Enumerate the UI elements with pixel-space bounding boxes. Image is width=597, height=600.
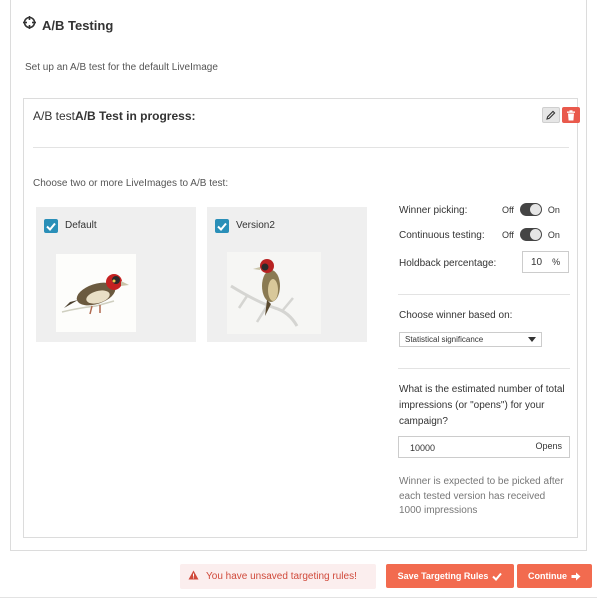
winner-basis-value: Statistical significance [405,335,484,344]
toggle-off-label: Off [502,204,514,215]
variant-checkbox-version2[interactable] [215,219,229,233]
trash-icon [567,109,575,120]
continuous-testing-label: Continuous testing: [399,230,485,241]
check-icon [492,572,503,581]
toggle-on-label: On [547,229,560,240]
winner-picking-switch[interactable] [519,203,542,216]
divider [398,368,570,369]
arrow-right-icon [571,572,581,580]
checkmark-icon [217,222,227,231]
save-targeting-rules-button[interactable]: Save Targeting Rules [386,564,514,588]
winner-basis-select[interactable]: Statistical significance [399,332,542,347]
winner-picking-label: Winner picking: [399,205,468,216]
continuous-testing-toggle[interactable]: Off On [502,228,560,241]
save-label: Save Targeting Rules [397,571,489,581]
continue-label: Continue [528,571,567,581]
checkmark-icon [46,222,56,231]
delete-test-button[interactable] [562,107,580,123]
variant-card-default[interactable]: Default [36,207,196,342]
impressions-input[interactable]: 10000 Opens [398,436,570,458]
warning-icon [188,570,199,583]
page-title: A/B Testing [42,17,114,33]
variant-card-version2[interactable]: Version2 [207,207,367,342]
winner-basis-label: Choose winner based on: [399,310,513,321]
toggle-on-label: On [547,204,560,215]
variant-name-default: Default [65,220,97,231]
chevron-down-icon [528,337,536,342]
test-title: A/B testA/B Test in progress: [33,109,196,123]
variant-name-version2: Version2 [236,220,275,231]
edit-test-button[interactable] [542,107,560,123]
page-subtitle: Set up an A/B test for the default LiveI… [25,62,218,73]
divider [33,147,569,148]
toggle-off-label: Off [502,229,514,240]
section-header: A/B Testing [23,16,113,34]
holdback-input[interactable]: 10 % [522,251,569,273]
variant-checkbox-default[interactable] [44,219,58,233]
test-label-prefix: A/B test [33,109,76,123]
choose-liveimages-label: Choose two or more LiveImages to A/B tes… [33,178,229,189]
holdback-unit: % [552,257,561,267]
bird-thumbnail [56,254,136,332]
unsaved-warning: You have unsaved targeting rules! [180,564,376,589]
impressions-unit: Opens [535,441,562,451]
ab-test-panel: A/B testA/B Test in progress: Choose two… [23,98,580,538]
holdback-label: Holdback percentage: [399,258,497,269]
footer-divider [0,597,597,598]
holdback-value: 10 [531,256,543,268]
ab-testing-card: A/B Testing Set up an A/B test for the d… [10,0,587,551]
winner-picking-toggle[interactable]: Off On [502,203,560,216]
crosshair-icon [23,16,36,34]
impressions-question: What is the estimated number of total im… [399,384,565,427]
impressions-value: 10000 [410,443,436,453]
pencil-icon [546,110,556,120]
continue-button[interactable]: Continue [517,564,592,588]
divider [398,294,570,295]
continuous-testing-switch[interactable] [519,228,542,241]
impressions-note: Winner is expected to be picked after ea… [399,476,564,516]
test-status: A/B Test in progress: [75,109,196,123]
bird-on-branch-thumbnail [227,252,321,334]
warning-text: You have unsaved targeting rules! [206,571,357,582]
